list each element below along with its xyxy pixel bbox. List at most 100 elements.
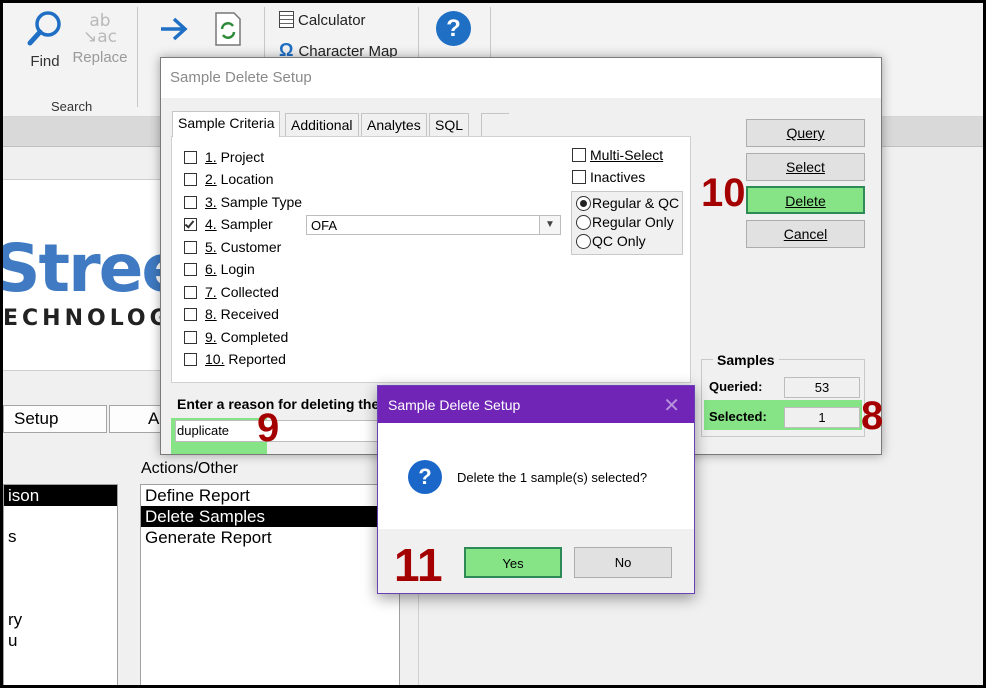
selected-label: Selected: <box>709 409 767 424</box>
list-item[interactable]: u <box>4 630 117 651</box>
arrow-right-icon <box>161 17 188 41</box>
step-annotation-8: 8 <box>861 394 884 438</box>
criteria-reported[interactable]: 10. Reported <box>184 349 286 369</box>
ribbon-separator <box>137 7 138 107</box>
list-item[interactable]: Define Report <box>141 485 399 506</box>
yes-button-label: Yes <box>502 556 524 571</box>
calculator-button[interactable]: Calculator <box>279 11 366 29</box>
checkbox[interactable] <box>184 173 197 186</box>
help-button[interactable]: ? <box>436 11 474 46</box>
checkbox[interactable] <box>184 151 197 164</box>
tab-additional[interactable]: Additional <box>285 113 359 136</box>
criteria-label: Collected <box>220 284 279 300</box>
checkbox[interactable] <box>572 148 586 162</box>
radio-regular-only[interactable]: Regular Only <box>576 214 674 230</box>
radio-qc-only[interactable]: QC Only <box>576 233 646 249</box>
actions-list[interactable]: Define Report Delete Samples Generate Re… <box>140 484 400 685</box>
criteria-sampler[interactable]: 4. Sampler <box>184 214 273 234</box>
confirm-dialog: Sample Delete Setup ✕ ? Delete the 1 sam… <box>377 385 695 594</box>
checkbox[interactable] <box>184 286 197 299</box>
checkbox[interactable] <box>572 170 586 184</box>
criteria-label: Received <box>220 306 279 322</box>
sampler-dropdown[interactable]: OFA ▼ <box>306 215 561 235</box>
radio-label: Regular Only <box>592 214 674 230</box>
radio-button[interactable] <box>576 234 591 249</box>
inactives-option[interactable]: Inactives <box>572 169 645 185</box>
select-button[interactable]: Select <box>746 153 865 181</box>
radio-button-selected[interactable] <box>576 196 591 211</box>
help-icon: ? <box>436 11 471 46</box>
criteria-login[interactable]: 6. Login <box>184 259 255 279</box>
list-item[interactable]: Delete Samples <box>141 506 399 527</box>
query-button[interactable]: Query <box>746 119 865 147</box>
criteria-key: 6. <box>205 261 217 277</box>
criteria-label: Login <box>220 261 255 277</box>
checkbox-checked[interactable] <box>184 218 197 231</box>
calculator-label: Calculator <box>298 12 366 29</box>
checkbox[interactable] <box>184 241 197 254</box>
replace-icon: ab ↘ac <box>82 11 117 47</box>
checkbox[interactable] <box>184 308 197 321</box>
query-button-label: Query <box>786 125 825 141</box>
tab-analytes[interactable]: Analytes <box>361 113 427 136</box>
list-item[interactable]: Generate Report <box>141 527 399 548</box>
criteria-label: Completed <box>220 329 289 345</box>
multi-select-option[interactable]: Multi-Select <box>572 147 663 163</box>
criteria-key: 3. <box>205 194 217 210</box>
close-icon[interactable]: ✕ <box>663 393 680 418</box>
criteria-received[interactable]: 8. Received <box>184 304 279 324</box>
criteria-key: 10. <box>205 351 225 367</box>
inactives-label: Inactives <box>590 169 646 185</box>
list-item[interactable]: ison <box>4 485 117 506</box>
step-annotation-9: 9 <box>257 406 280 450</box>
tab-sql[interactable]: SQL <box>429 113 470 136</box>
go-button[interactable] <box>157 13 191 49</box>
list-item[interactable]: s <box>4 526 117 547</box>
tab-strip-filler <box>481 113 509 136</box>
criteria-customer[interactable]: 5. Customer <box>184 237 281 257</box>
sample-type-radio-group: Regular & QC Regular Only QC Only <box>571 191 683 255</box>
criteria-location[interactable]: 2. Location <box>184 169 274 189</box>
step-annotation-11: 11 <box>394 539 443 591</box>
delete-button[interactable]: Delete <box>746 186 865 214</box>
radio-regular-qc[interactable]: Regular & QC <box>576 195 679 211</box>
left-list[interactable]: ison s ry u <box>3 484 118 685</box>
confirm-body: ? Delete the 1 sample(s) selected? <box>378 423 694 529</box>
step-annotation-10: 10 <box>701 171 746 215</box>
selected-count: 1 <box>784 407 860 428</box>
checkbox[interactable] <box>184 353 197 366</box>
criteria-key: 1. <box>205 149 217 165</box>
refresh-button[interactable] <box>211 11 245 51</box>
replace-button[interactable]: ab ↘ac Replace <box>69 9 131 67</box>
criteria-sample-type[interactable]: 3. Sample Type <box>184 192 302 212</box>
yes-button[interactable]: Yes <box>464 547 562 578</box>
criteria-completed[interactable]: 9. Completed <box>184 327 288 347</box>
radio-button[interactable] <box>576 215 591 230</box>
confirm-title: Sample Delete Setup <box>378 386 694 423</box>
sampler-value: OFA <box>311 218 338 233</box>
actions-heading: Actions/Other <box>141 460 238 477</box>
setup-button[interactable]: Setup <box>3 405 107 433</box>
checkbox[interactable] <box>184 196 197 209</box>
criteria-key: 7. <box>205 284 217 300</box>
criteria-key: 8. <box>205 306 217 322</box>
criteria-key: 4. <box>205 216 217 232</box>
chevron-down-icon[interactable]: ▼ <box>539 216 560 234</box>
checkbox[interactable] <box>184 263 197 276</box>
setup-button-label: Setup <box>14 409 59 428</box>
list-item[interactable]: ry <box>4 609 117 630</box>
checkbox[interactable] <box>184 331 197 344</box>
app-frame: Find ab↘ac Replace Search Calculator ΩC <box>0 0 986 688</box>
criteria-collected[interactable]: 7. Collected <box>184 282 279 302</box>
checkmark-icon <box>184 218 195 229</box>
question-icon: ? <box>408 460 442 494</box>
find-button[interactable]: Find <box>23 9 67 70</box>
delete-button-label: Delete <box>785 193 826 209</box>
reason-label: Enter a reason for deleting the s <box>177 396 391 412</box>
no-button[interactable]: No <box>574 547 672 578</box>
confirm-message: Delete the 1 sample(s) selected? <box>457 470 648 485</box>
criteria-project[interactable]: 1. Project <box>184 147 264 167</box>
tab-sample-criteria[interactable]: Sample Criteria <box>172 111 281 137</box>
criteria-key: 2. <box>205 171 217 187</box>
cancel-button[interactable]: Cancel <box>746 220 865 248</box>
